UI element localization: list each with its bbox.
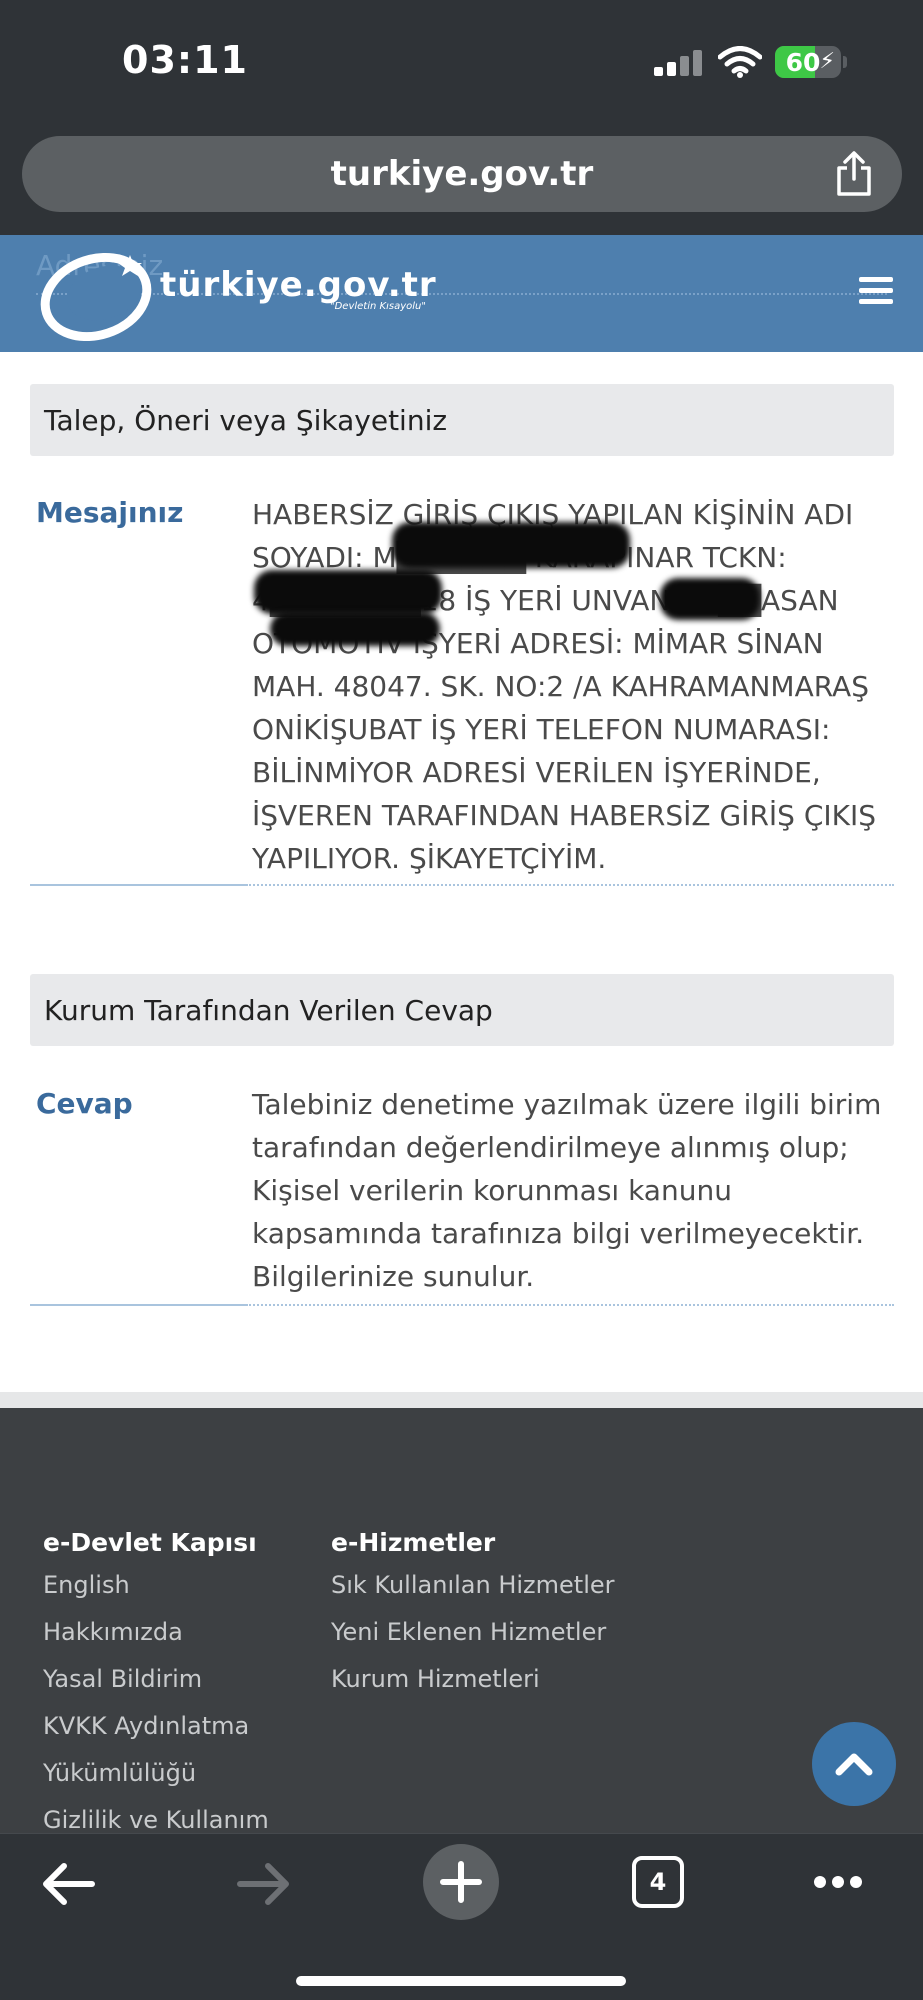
new-tab-button[interactable] [423,1844,499,1920]
answer-divider [30,1304,894,1306]
battery-nub [843,56,847,68]
site-header: Adresiniz türkiye.gov.tr "Devletin Kısay… [0,235,923,352]
chevron-up-icon [835,1753,873,1776]
signal-icon [654,50,702,76]
response-section-header: Kurum Tarafından Verilen Cevap [30,974,894,1046]
plus-icon [440,1861,482,1903]
footer-link-kvkk-continued[interactable]: Yükümlülüğü [43,1759,269,1806]
answer-text: Talebiniz denetime yazılmak üzere ilgili… [252,1088,882,1293]
browser-top-bar: 03:11 60 ⚡ turkiye.gov.tr [0,0,923,235]
forward-arrow-icon[interactable] [236,1862,292,1906]
footer-column-title: e-Hizmetler [331,1528,496,1557]
redaction-mark [660,578,760,620]
message-label: Mesajınız [36,496,184,529]
home-indicator[interactable] [296,1976,626,1986]
menu-icon[interactable] [859,277,893,305]
site-footer: e-Devlet Kapısı English Hakkımızda Yasal… [0,1408,923,1833]
turkiye-logo-emblem-icon[interactable] [38,249,158,341]
logo-text[interactable]: türkiye.gov.tr [160,265,437,305]
address-bar[interactable]: turkiye.gov.tr [22,136,902,212]
scroll-to-top-button[interactable] [812,1722,896,1806]
logo-slogan: "Devletin Kısayolu" [330,301,426,312]
response-section-title: Kurum Tarafından Verilen Cevap [44,994,493,1027]
footer-column-edevlet: e-Devlet Kapısı English Hakkımızda Yasal… [43,1528,269,1833]
footer-link-popular-services[interactable]: Sık Kullanılan Hizmetler [331,1571,615,1618]
request-section-header: Talep, Öneri veya Şikayetiniz [30,384,894,456]
answer-label: Cevap [36,1087,133,1120]
url-text[interactable]: turkiye.gov.tr [22,154,902,194]
share-icon[interactable] [834,151,874,197]
footer-link-english[interactable]: English [43,1571,269,1618]
browser-bottom-toolbar: 4 [0,1833,923,2000]
redaction-mark [270,612,440,646]
wifi-icon [718,46,762,78]
footer-separator [0,1392,923,1408]
footer-link-institution-services[interactable]: Kurum Hizmetleri [331,1665,615,1712]
footer-link-legal[interactable]: Yasal Bildirim [43,1665,269,1712]
battery-icon: 60 ⚡ [775,46,841,78]
redaction-mark [392,522,630,568]
footer-column-ehizmetler: e-Hizmetler Sık Kullanılan Hizmetler Yen… [331,1528,615,1712]
message-divider [30,884,894,886]
footer-link-about[interactable]: Hakkımızda [43,1618,269,1665]
tabs-icon[interactable]: 4 [632,1856,684,1908]
redaction-mark [254,570,442,614]
charging-bolt-icon: ⚡ [819,49,835,74]
footer-column-title: e-Devlet Kapısı [43,1528,257,1557]
footer-link-kvkk[interactable]: KVKK Aydınlatma [43,1712,269,1759]
footer-link-privacy[interactable]: Gizlilik ve Kullanım [43,1806,269,1833]
status-time: 03:11 [122,38,248,82]
back-arrow-icon[interactable] [40,1862,96,1906]
footer-link-new-services[interactable]: Yeni Eklenen Hizmetler [331,1618,615,1665]
request-section-title: Talep, Öneri veya Şikayetiniz [44,404,448,437]
more-icon[interactable] [812,1874,864,1890]
